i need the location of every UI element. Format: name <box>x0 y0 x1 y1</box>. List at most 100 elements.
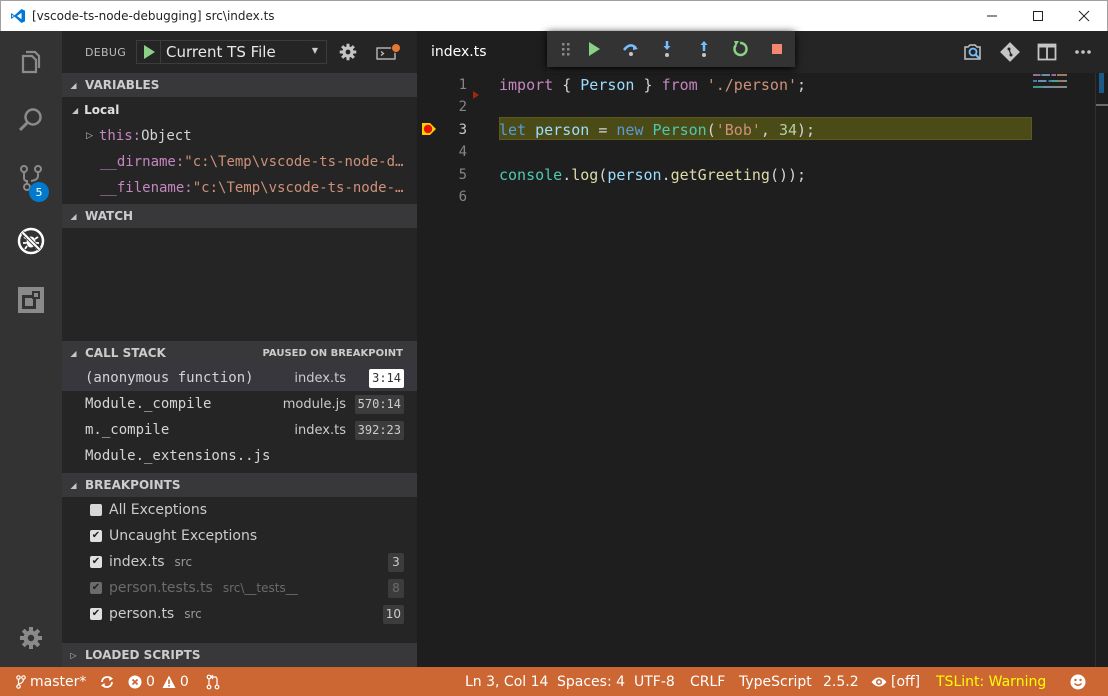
feedback-button[interactable] <box>1070 667 1086 696</box>
code-text: console.log(person.getGreeting()); <box>499 166 806 184</box>
encoding-status[interactable]: UTF-8 <box>634 667 675 696</box>
open-preview-button[interactable] <box>962 31 984 73</box>
breakpoint-item[interactable]: All Exceptions <box>62 497 417 523</box>
line-number[interactable]: 4 <box>445 144 467 160</box>
breakpoint-checkbox[interactable] <box>90 504 102 516</box>
cursor-position[interactable]: Ln 3, Col 14 <box>465 667 548 696</box>
maximize-button[interactable] <box>1015 1 1061 31</box>
breakpoint-checkbox[interactable]: ✔ <box>90 556 102 568</box>
code-token: console <box>499 165 563 184</box>
debug-sidebar: DEBUG Current TS File ▼ ◢ VARIABLES ◢ Lo… <box>62 31 417 667</box>
minimap[interactable] <box>1033 73 1073 113</box>
step-out-button[interactable] <box>686 34 722 64</box>
pull-request-button[interactable] <box>206 667 220 696</box>
indentation-status[interactable]: Spaces: 4 <box>557 667 625 696</box>
breakpoint-checkbox[interactable]: ✔ <box>90 530 102 542</box>
line-number[interactable]: 6 <box>445 189 467 205</box>
watch-mode-status[interactable]: [off] <box>871 667 920 696</box>
language-mode[interactable]: TypeScript <box>739 667 812 696</box>
split-editor-button[interactable] <box>1037 31 1057 73</box>
code-token: ( <box>706 120 716 139</box>
editor-scrollbar[interactable] <box>1095 73 1108 667</box>
variable-row[interactable]: ▷ this: Object <box>62 123 417 149</box>
code-line[interactable]: 3 let person = new Person('Bob', 34); <box>417 118 1108 141</box>
code-line[interactable]: 1 import { Person } from './person'; <box>417 73 1108 96</box>
more-actions-button[interactable] <box>1074 31 1092 73</box>
activity-debug[interactable] <box>0 216 62 266</box>
code-line[interactable]: 6 <box>417 186 1108 209</box>
stop-button[interactable] <box>759 34 795 64</box>
code-line[interactable]: 4 <box>417 141 1108 164</box>
breakpoint-item[interactable]: ✔ person.ts src 10 <box>62 601 417 627</box>
start-debugging-button[interactable] <box>137 41 162 63</box>
line-number[interactable]: 3 <box>445 122 467 138</box>
branch-status[interactable]: master* <box>16 667 86 696</box>
code-line[interactable]: 5 console.log(person.getGreeting()); <box>417 163 1108 186</box>
breakpoint-item[interactable]: ✔ index.ts src 3 <box>62 549 417 575</box>
eol-status[interactable]: CRLF <box>690 667 725 696</box>
code-token: person <box>535 120 590 139</box>
call-stack-frame[interactable]: m._compile index.ts 392:23 <box>62 417 417 443</box>
code-token: , <box>760 120 779 139</box>
code-text: import { Person } from './person'; <box>499 76 806 94</box>
watch-section-header[interactable]: ◢ WATCH <box>62 204 417 228</box>
breakpoint-item[interactable]: ✔ Uncaught Exceptions <box>62 523 417 549</box>
variables-section-header[interactable]: ◢ VARIABLES <box>62 73 417 97</box>
typescript-version[interactable]: 2.5.2 <box>823 667 859 696</box>
breakpoints-section-header[interactable]: ◢ BREAKPOINTS <box>62 473 417 497</box>
loaded-scripts-section-header[interactable]: ▷ LOADED SCRIPTS <box>62 643 417 667</box>
frame-location: 570:14 <box>354 394 404 414</box>
watch-title: WATCH <box>85 209 134 223</box>
variable-row[interactable]: __dirname: "c:\Temp\vscode-ts-node-d… <box>62 149 417 175</box>
activity-settings[interactable] <box>0 613 62 663</box>
activity-explorer[interactable] <box>0 37 62 87</box>
debug-configuration-select[interactable]: Current TS File ▼ <box>136 40 328 64</box>
breakpoint-path: src <box>174 555 193 569</box>
restart-button[interactable] <box>722 34 758 64</box>
eye-icon <box>871 677 887 686</box>
code-token: './person' <box>706 75 798 94</box>
code-token: ()); <box>769 165 807 184</box>
window-title: [vscode-ts-node-debugging] src\index.ts <box>32 9 275 23</box>
breakpoint-checkbox[interactable]: ✔ <box>90 582 102 594</box>
git-open-changes-button[interactable] <box>999 31 1021 73</box>
variables-scope-local[interactable]: ◢ Local <box>62 97 417 123</box>
continue-button[interactable] <box>576 34 612 64</box>
code-token: . <box>661 165 671 184</box>
breakpoint-item[interactable]: ✔ person.tests.ts src\__tests__ 8 <box>62 575 417 601</box>
close-button[interactable] <box>1061 1 1107 31</box>
continue-icon <box>589 42 601 56</box>
step-over-button[interactable] <box>613 34 649 64</box>
call-stack-frame[interactable]: (anonymous function) index.ts 3:14 <box>62 365 417 391</box>
frame-file: index.ts <box>294 370 346 386</box>
minimize-button[interactable] <box>969 1 1015 31</box>
call-stack-frame[interactable]: Module._compile module.js 570:14 <box>62 391 417 417</box>
debug-toolbar-drag-handle[interactable] <box>555 34 576 64</box>
line-number[interactable]: 2 <box>445 99 467 115</box>
tslint-status[interactable]: TSLint: Warning <box>936 667 1046 696</box>
call-stack-frame[interactable]: Module._extensions..js <box>62 443 417 469</box>
drag-handle-icon <box>561 43 570 56</box>
sync-button[interactable] <box>100 667 114 696</box>
activity-extensions[interactable] <box>0 275 62 325</box>
variable-row[interactable]: __filename: "c:\Temp\vscode-ts-node-… <box>62 175 417 201</box>
debug-console-button[interactable] <box>375 42 403 66</box>
breakpoint-line: 3 <box>388 552 404 572</box>
debug-settings-button[interactable] <box>339 43 357 65</box>
stop-icon <box>771 44 782 54</box>
code-editor[interactable]: 1 import { Person } from './person'; 2 3 let… <box>417 73 1108 667</box>
status-bar: master* 0 0 Ln 3, Col 14 Spaces: 4 UTF-8… <box>0 667 1108 696</box>
code-line[interactable]: 2 <box>417 96 1108 119</box>
breakpoint-checkbox[interactable]: ✔ <box>90 608 102 620</box>
problems-status[interactable]: 0 0 <box>128 667 189 696</box>
tab-index-ts[interactable]: index.ts <box>417 31 547 73</box>
call-stack-section-header[interactable]: ◢ CALL STACK PAUSED ON BREAKPOINT <box>62 341 417 365</box>
breakpoints-title: BREAKPOINTS <box>85 478 181 492</box>
activity-search[interactable] <box>0 95 62 145</box>
scrollbar-thumb[interactable] <box>1099 73 1104 93</box>
step-into-button[interactable] <box>649 34 685 64</box>
line-number[interactable]: 1 <box>445 77 467 93</box>
code-token: Person <box>652 120 707 139</box>
line-number[interactable]: 5 <box>445 167 467 183</box>
